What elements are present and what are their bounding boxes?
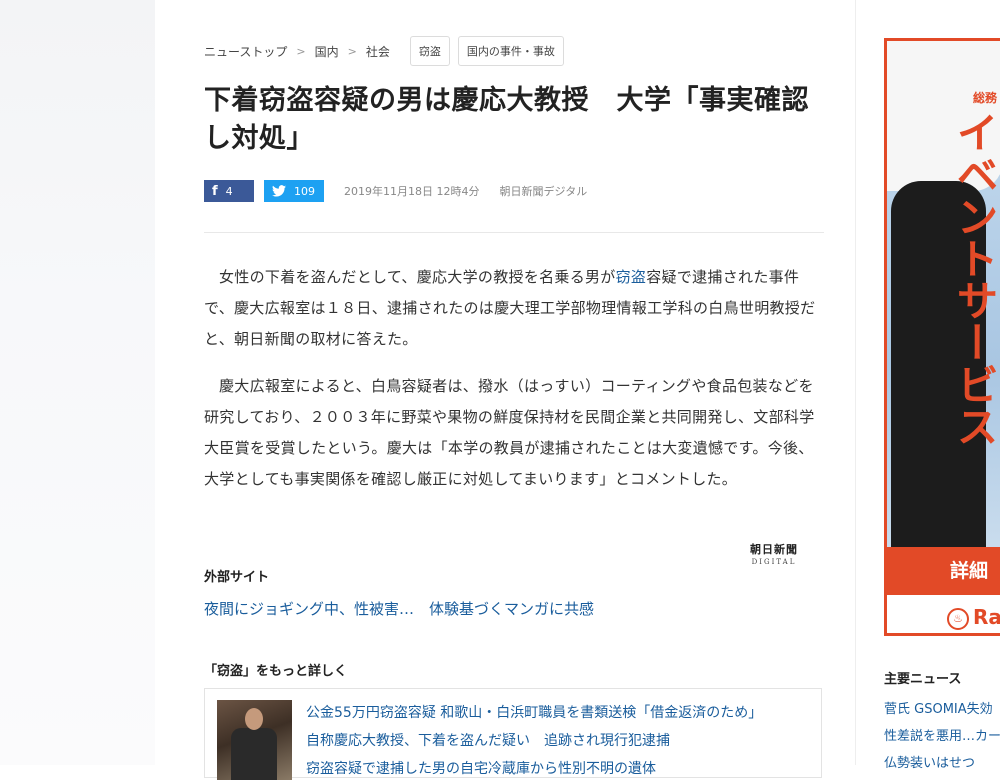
advertisement-banner[interactable]: 総務 イベントサービス 詳細 ♨ Ra (884, 38, 1000, 636)
article-headline: 下着窃盗容疑の男は慶応大教授 大学「事実確認し対処」 (204, 85, 809, 154)
chevron-right-icon: > (347, 44, 357, 58)
tag-domestic-incidents[interactable]: 国内の事件・事故 (457, 36, 564, 66)
logo-jp-text: 朝日新聞 (750, 543, 798, 556)
top-news-link[interactable]: 仏勢装いはせつ (884, 750, 1000, 777)
breadcrumb-news-top[interactable]: ニューストップ (204, 43, 287, 60)
top-news-title: 主要ニュース (884, 672, 962, 687)
ad-footer-label: Ra (973, 605, 1000, 629)
top-news-link[interactable]: 菅氏 GSOMIA失効 (884, 696, 1000, 723)
twitter-share-button[interactable]: 109 (264, 180, 324, 202)
top-news-link[interactable]: 性差説を悪用…カー (884, 723, 1000, 750)
external-sites-title: 外部サイト (204, 570, 270, 585)
article-body: 女性の下着を盗んだとして、慶応大学の教授を名乗る男が窃盗容疑で逮捕された事件で、… (204, 262, 824, 511)
publish-date: 2019年11月18日 12時4分 (344, 185, 480, 198)
logo-en-text: DIGITAL (751, 558, 797, 566)
twitter-icon (272, 185, 286, 197)
breadcrumb: ニューストップ > 国内 > 社会 窃盗 国内の事件・事故 (204, 36, 564, 66)
twitter-share-count: 109 (294, 184, 315, 198)
asahi-digital-logo: 朝日新聞 DIGITAL (734, 543, 814, 569)
breadcrumb-domestic[interactable]: 国内 (315, 43, 339, 60)
thumbnail-figure (231, 728, 277, 780)
ad-brand-text: 総務 (973, 91, 998, 105)
ad-footer: ♨ Ra (887, 595, 1000, 633)
divider (204, 232, 824, 233)
article-main: ニューストップ > 国内 > 社会 窃盗 国内の事件・事故 下着窃盗容疑の男は慶… (204, 0, 826, 780)
facebook-icon: f (212, 183, 218, 199)
related-thumbnail-image[interactable] (217, 700, 292, 780)
article-paragraph: 女性の下着を盗んだとして、慶応大学の教授を名乗る男が窃盗容疑で逮捕された事件で、… (204, 262, 824, 355)
ad-vertical-text: イベントサービス (950, 111, 999, 447)
related-article-link[interactable]: 公金55万円窃盗容疑 和歌山・白浜町職員を書類送検「借金返済のため」 (306, 699, 762, 727)
tag-theft[interactable]: 窃盗 (409, 36, 450, 66)
related-articles-list: 公金55万円窃盗容疑 和歌山・白浜町職員を書類送検「借金返済のため」 自称慶応大… (306, 699, 762, 783)
facebook-share-button[interactable]: f 4 (204, 180, 254, 202)
related-article-link[interactable]: 自称慶応大教授、下着を盗んだ疑い 追跡され現行犯逮捕 (306, 727, 762, 755)
flame-icon: ♨ (947, 607, 969, 630)
chevron-right-icon: > (296, 44, 306, 58)
facebook-share-count: 4 (225, 184, 233, 198)
related-article-link[interactable]: 窃盗容疑で逮捕した男の自宅冷蔵庫から性別不明の遺体 (306, 755, 762, 783)
breadcrumb-society[interactable]: 社会 (366, 43, 390, 60)
article-paragraph: 慶大広報室によると、白鳥容疑者は、撥水（はっすい）コーティングや食品包装などを研… (204, 377, 815, 488)
column-divider (855, 0, 856, 765)
thumbnail-face (245, 708, 263, 730)
external-links: 夜間にジョギング中、性被害… 体験基づくマンガに共感 (204, 598, 612, 619)
more-details-title: 「窃盗」をもっと詳しく (204, 664, 348, 679)
share-row: f 4 109 2019年11月18日 12時4分 朝日新聞デジタル (204, 180, 587, 202)
ad-detail-button[interactable]: 詳細 (887, 547, 1000, 595)
article-source: 朝日新聞デジタル (499, 185, 588, 198)
left-gutter (0, 0, 155, 765)
external-link[interactable]: 夜間にジョギング中、性被害… 体験基づくマンガに共感 (204, 598, 594, 619)
keyword-link-theft[interactable]: 窃盗 (616, 268, 647, 286)
paragraph-text: 女性の下着を盗んだとして、慶応大学の教授を名乗る男が (219, 268, 616, 286)
